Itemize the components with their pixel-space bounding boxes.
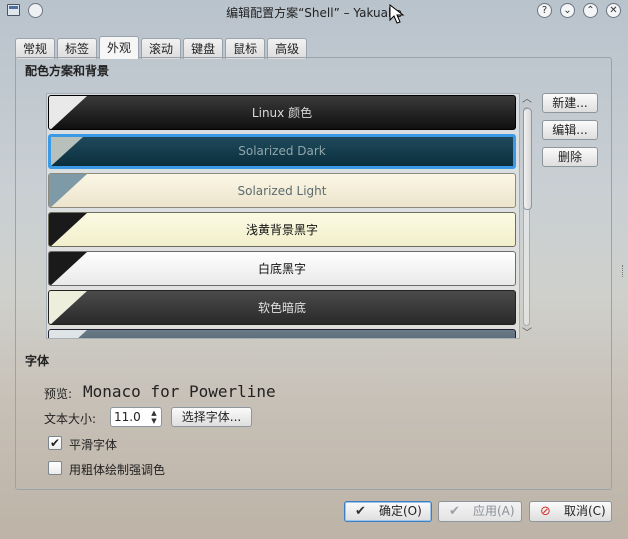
maximize-icon[interactable]: ⌃	[583, 3, 598, 18]
choose-font-button[interactable]: 选择字体...	[171, 407, 252, 427]
scheme-name: 软色暗底	[257, 301, 306, 315]
window-title: 编辑配置方案“Shell” – Yakuake	[226, 6, 402, 20]
scheme-item[interactable]	[48, 329, 516, 338]
new-scheme-button[interactable]: 新建...	[542, 93, 598, 113]
scheme-item[interactable]: 白底黑字	[48, 251, 516, 286]
scheme-name: 浅黄背景黑字	[245, 223, 318, 237]
scheme-item-selected[interactable]: Solarized Dark	[48, 134, 516, 169]
scheme-name: Linux 颜色	[251, 106, 313, 120]
check-icon: ✔	[449, 504, 460, 519]
help-icon[interactable]: ?	[537, 3, 552, 18]
mouse-cursor-icon	[389, 4, 405, 24]
smooth-font-label: 平滑字体	[69, 438, 118, 452]
tab-scrolling[interactable]: 滚动	[141, 38, 182, 59]
scheme-name: 白底黑字	[257, 262, 306, 276]
tab-mouse[interactable]: 鼠标	[225, 38, 266, 59]
cancel-icon: ⊘	[540, 504, 551, 519]
scroll-thumb[interactable]	[523, 108, 532, 210]
tab-advanced[interactable]: 高级	[267, 38, 308, 59]
tab-appearance[interactable]: 外观	[99, 36, 140, 59]
delete-scheme-button[interactable]: 删除	[542, 147, 598, 167]
scheme-item[interactable]: 浅黄背景黑字	[48, 212, 516, 247]
resize-grip[interactable]	[622, 265, 626, 277]
scroll-track[interactable]	[523, 107, 532, 326]
tab-tabs[interactable]: 标签	[57, 38, 98, 59]
font-size-label: 文本大小:	[44, 412, 97, 426]
ok-button[interactable]: ✔ 确定(O)	[344, 501, 432, 522]
scheme-item[interactable]: 软色暗底	[48, 290, 516, 325]
font-size-spinbox[interactable]: 11.0 ▲ ▼	[110, 407, 162, 427]
check-icon: ✔	[355, 504, 366, 519]
close-icon[interactable]: ✕	[606, 3, 621, 18]
scheme-item[interactable]: Solarized Light	[48, 173, 516, 208]
color-scheme-section-title: 配色方案和背景	[25, 64, 110, 78]
scheme-item[interactable]: Linux 颜色	[48, 95, 516, 130]
scheme-name: Solarized Light	[237, 184, 327, 198]
spin-arrows-icon[interactable]: ▲ ▼	[149, 409, 159, 425]
tab-keyboard[interactable]: 键盘	[183, 38, 224, 59]
smooth-font-checkbox[interactable]: ✔	[48, 436, 62, 450]
bold-intense-label: 用粗体绘制强调色	[69, 463, 166, 477]
tab-bar: 常规 标签 外观 滚动 键盘 鼠标 高级	[15, 36, 309, 59]
font-section-title: 字体	[25, 354, 50, 368]
edit-scheme-button[interactable]: 编辑...	[542, 120, 598, 140]
scheme-list-scrollbar[interactable]: ︿ ﹀	[520, 94, 534, 340]
minimize-icon[interactable]: ⌄	[560, 3, 575, 18]
apply-button[interactable]: ✔ 应用(A)	[438, 501, 522, 522]
bold-intense-checkbox[interactable]	[48, 461, 62, 475]
title-bar: 编辑配置方案“Shell” – Yakuake ? ⌄ ⌃ ✕	[0, 0, 628, 24]
scroll-down-icon[interactable]: ﹀	[520, 328, 534, 340]
color-scheme-list[interactable]: Linux 颜色 Solarized Dark Solarized Light …	[46, 93, 520, 339]
scroll-up-icon[interactable]: ︿	[520, 94, 534, 106]
cancel-button[interactable]: ⊘ 取消(C)	[529, 501, 612, 522]
font-preview-label: 预览:	[44, 387, 73, 401]
tab-general[interactable]: 常规	[15, 38, 56, 59]
font-preview-value: Monaco for Powerline	[83, 382, 276, 401]
scheme-name: Solarized Dark	[238, 144, 326, 158]
font-size-value: 11.0	[114, 410, 141, 424]
